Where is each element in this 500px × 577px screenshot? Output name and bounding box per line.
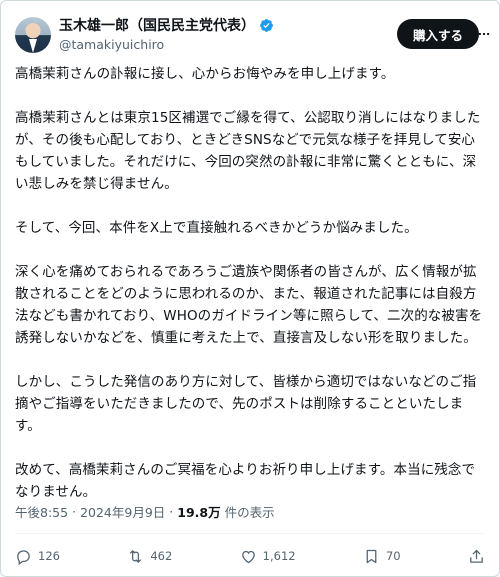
more-icon[interactable] (477, 27, 491, 41)
meta-separator: · (72, 504, 77, 519)
verified-badge-icon (260, 18, 273, 32)
share-button[interactable] (468, 548, 485, 565)
views-count: 19.8万 (177, 505, 221, 520)
reply-button[interactable]: 126 (15, 548, 60, 565)
views-label: 件の表示 (224, 505, 275, 520)
post-paragraph: 深く心を痛めておられるであろうご遺族や関係者の皆さんが、広く情報が拡散されること… (15, 264, 483, 346)
post-paragraph: そして、今回、本件をX上で直接触れるべきかどうか悩みました。 (15, 220, 418, 236)
repost-button[interactable]: 462 (127, 548, 172, 565)
reply-count: 126 (38, 549, 60, 563)
post-card: 玉木雄一郎（国民民主党代表） @tamakiyuichiro 購入する 高橋茉莉… (0, 0, 500, 577)
post-paragraph: 高橋茉莉さんの訃報に接し、心からお悔やみを申し上げます。 (15, 66, 395, 82)
divider (15, 533, 485, 534)
author-handle[interactable]: @tamakiyuichiro (59, 37, 274, 52)
subscribe-button[interactable]: 購入する (397, 19, 479, 49)
post-paragraph: 高橋茉莉さんとは東京15区補選でご縁を得て、公認取り消しにはなりましたが、その後… (15, 110, 481, 192)
bookmark-count: 70 (385, 549, 401, 563)
author-names: 玉木雄一郎（国民民主党代表） @tamakiyuichiro (59, 15, 274, 52)
display-name-row: 玉木雄一郎（国民民主党代表） (59, 15, 274, 35)
meta-separator: · (169, 504, 174, 519)
heart-icon (241, 550, 255, 563)
action-bar: 126 462 1,612 70 (15, 544, 485, 568)
post-date[interactable]: 2024年9月9日 (80, 502, 165, 521)
display-name[interactable]: 玉木雄一郎（国民民主党代表） (59, 15, 255, 35)
bookmark-icon (366, 549, 377, 563)
post-meta: 午後8:55 · 2024年9月9日 · 19.8万 件の表示 (15, 502, 275, 521)
post-body: 高橋茉莉さんの訃報に接し、心からお悔やみを申し上げます。 高橋茉莉さんとは東京1… (15, 63, 483, 503)
like-count: 1,612 (262, 549, 296, 563)
repost-count: 462 (150, 549, 173, 563)
like-button[interactable]: 1,612 (240, 548, 296, 565)
post-time[interactable]: 午後8:55 (15, 502, 68, 521)
post-paragraph: 改めて、高橋茉莉さんのご冥福を心よりお祈り申し上げます。本当に残念でなりません。 (15, 462, 476, 500)
post-header: 玉木雄一郎（国民民主党代表） @tamakiyuichiro 購入する (15, 15, 490, 59)
repost-icon (130, 549, 142, 563)
post-paragraph: しかし、こうした発信のあり方に対して、皆様から適切ではないなどのご指摘やご指導を… (15, 374, 477, 434)
share-icon (470, 549, 483, 563)
avatar[interactable] (15, 17, 51, 53)
reply-icon (17, 549, 30, 565)
bookmark-button[interactable]: 70 (363, 548, 401, 565)
